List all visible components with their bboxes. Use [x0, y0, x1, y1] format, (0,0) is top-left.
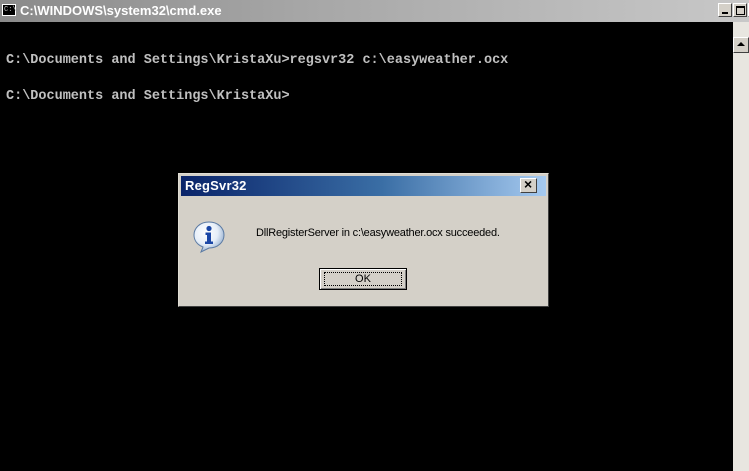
regsvr32-dialog: RegSvr32 × DllRegisterServer in c:\easyw…: [178, 173, 549, 307]
console-app-icon-text: C:\: [4, 6, 17, 14]
close-icon: ×: [524, 176, 533, 192]
ok-button[interactable]: OK: [319, 268, 407, 290]
console-app-icon[interactable]: C:\: [2, 4, 17, 16]
console-line-command: C:\Documents and Settings\KristaXu>regsv…: [6, 53, 509, 68]
dialog-close-button[interactable]: ×: [520, 176, 537, 193]
console-title: C:\WINDOWS\system32\cmd.exe: [20, 3, 222, 18]
console-line-prompt: C:\Documents and Settings\KristaXu>: [6, 89, 290, 104]
ok-button-label: OK: [355, 273, 371, 285]
dialog-titlebar[interactable]: RegSvr32 ×: [181, 176, 546, 196]
maximize-button[interactable]: [733, 3, 747, 17]
vertical-scrollbar[interactable]: [733, 22, 749, 471]
console-titlebar[interactable]: C:\ C:\WINDOWS\system32\cmd.exe ×: [0, 0, 749, 22]
minimize-button[interactable]: [718, 3, 732, 17]
dialog-title: RegSvr32: [185, 178, 247, 193]
scroll-up-arrow-icon[interactable]: [733, 37, 749, 53]
dialog-message: DllRegisterServer in c:\easyweather.ocx …: [256, 227, 500, 239]
information-icon: [193, 221, 225, 254]
